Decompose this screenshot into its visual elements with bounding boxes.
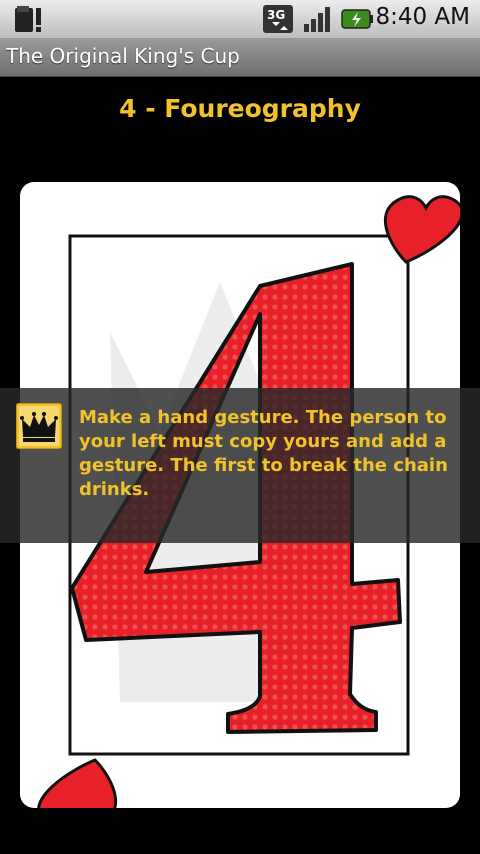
app-title-bar: The Original King's Cup <box>0 38 480 77</box>
clock: 8:40 AM <box>375 4 470 30</box>
rule-panel: Make a hand gesture. The person to your … <box>0 388 480 543</box>
app-title: The Original King's Cup <box>6 44 240 68</box>
network-3g-icon: 3G <box>263 5 293 33</box>
card-title: 4 - Foureography <box>119 94 361 123</box>
svg-text:3G: 3G <box>267 8 285 22</box>
battery-charging-icon <box>341 9 373 29</box>
signal-strength-icon <box>304 7 330 32</box>
heart-suit-icon-bottom <box>37 758 117 808</box>
crown-icon <box>16 403 62 449</box>
rule-text: Make a hand gesture. The person to your … <box>79 407 448 500</box>
sd-card-alert-icon <box>15 6 41 32</box>
status-bar: 3G 8:40 AM <box>0 0 480 38</box>
heart-suit-icon <box>384 195 460 264</box>
